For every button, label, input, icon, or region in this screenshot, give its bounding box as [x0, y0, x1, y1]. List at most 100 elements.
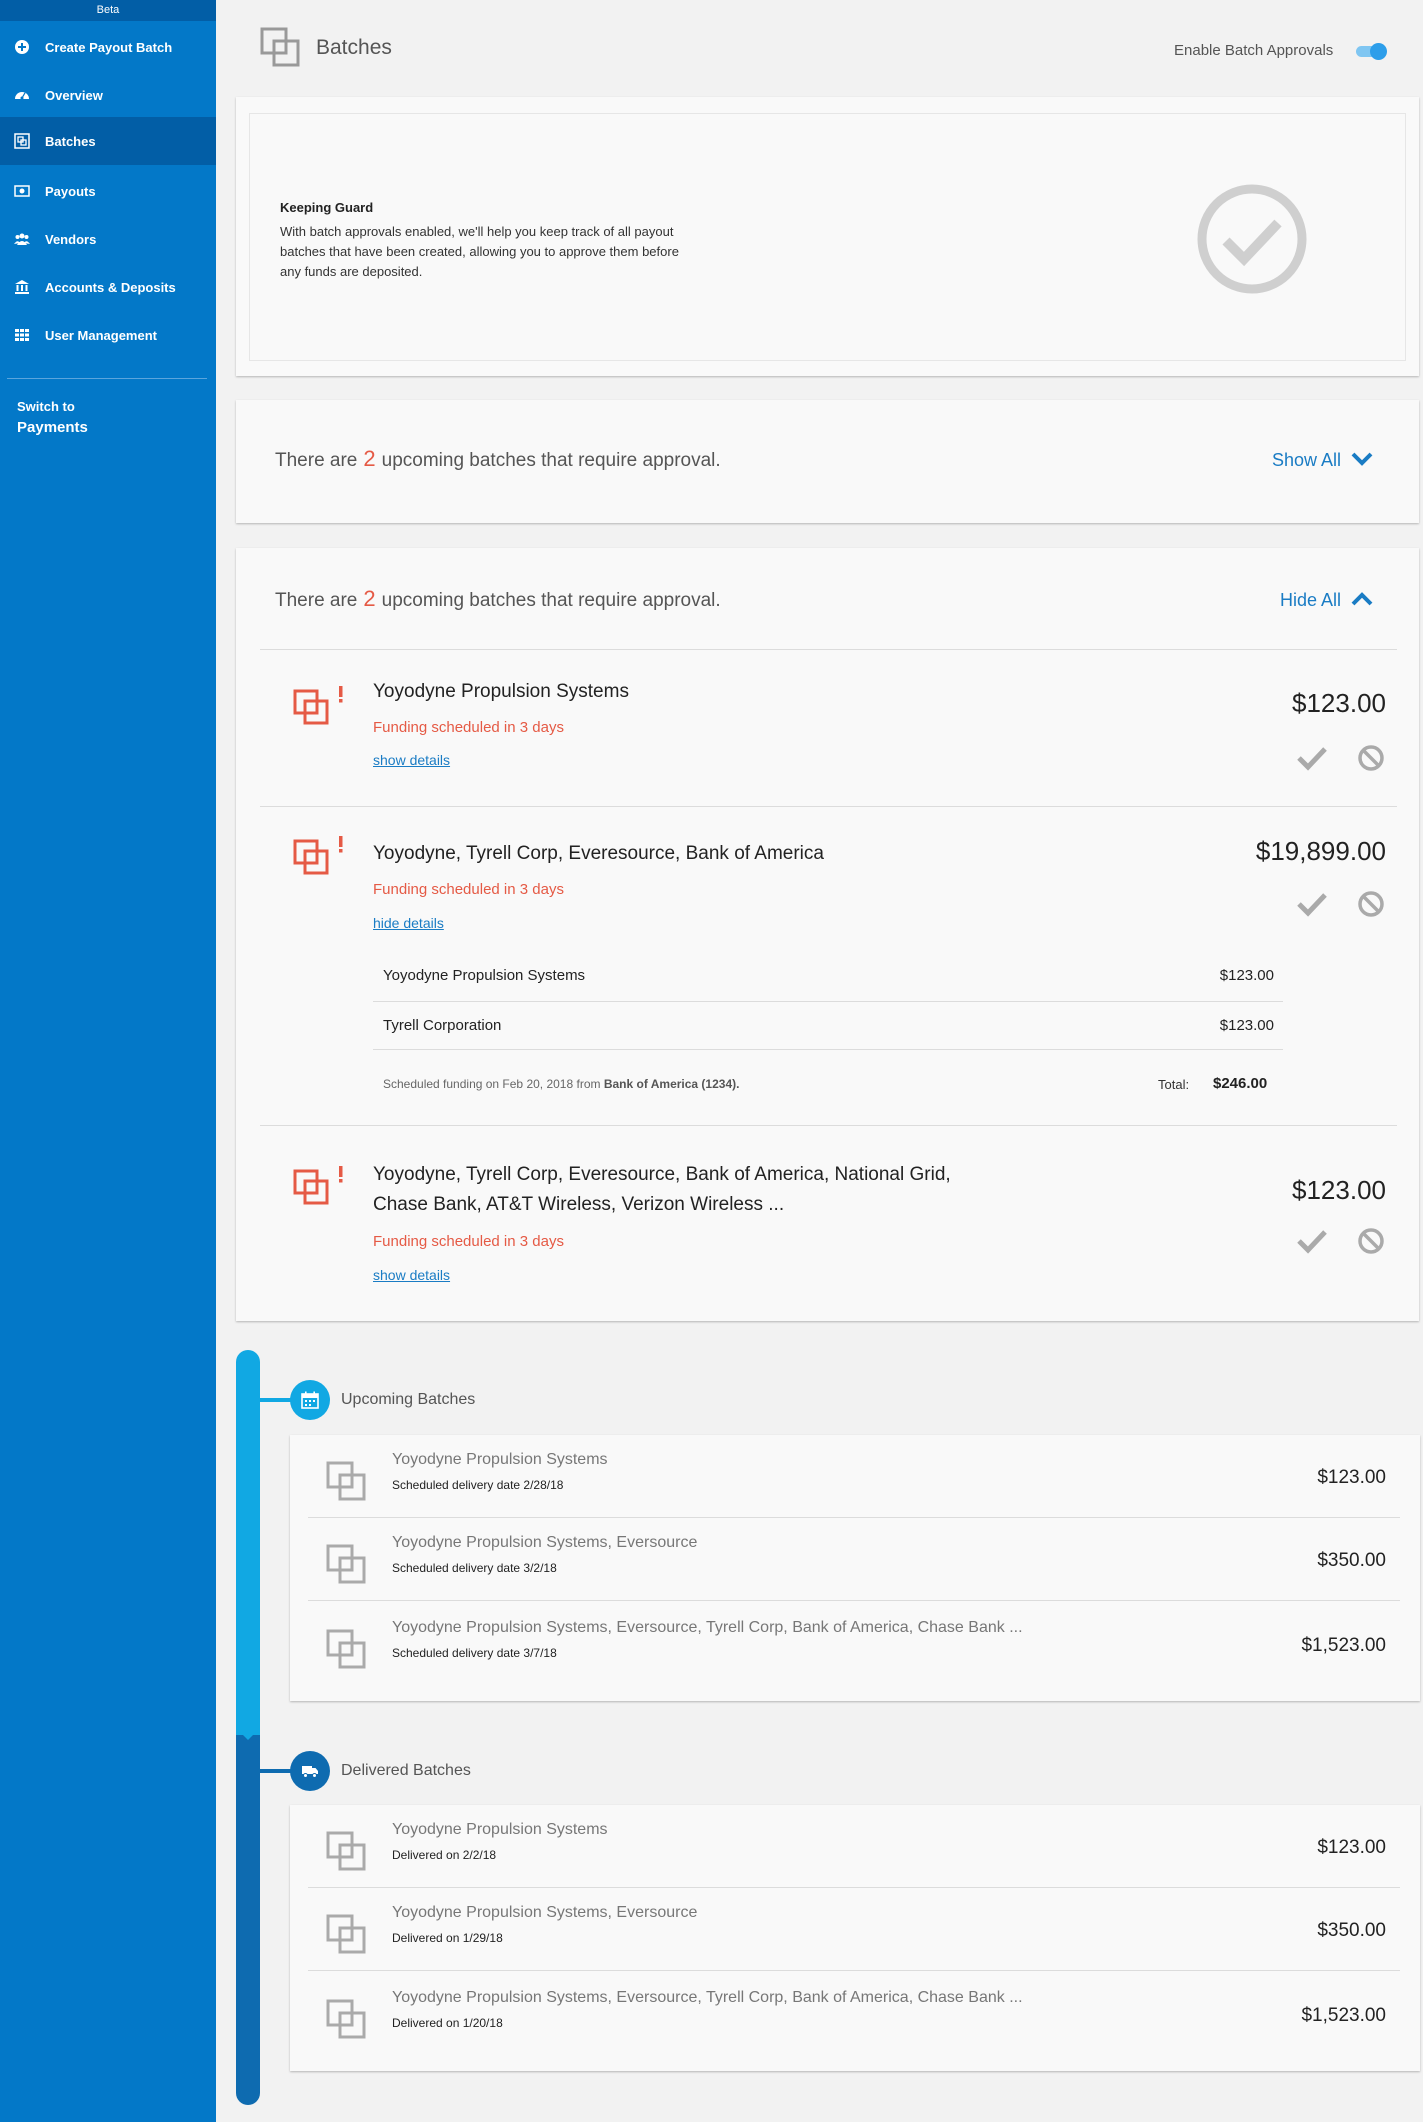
hide-details-link[interactable]: hide details	[373, 915, 444, 931]
enable-batch-approvals-toggle[interactable]	[1356, 43, 1387, 60]
total-amount: $246.00	[1213, 1075, 1268, 1092]
upcoming-batches-list: Yoyodyne Propulsion Systems Scheduled de…	[290, 1435, 1420, 1701]
list-item[interactable]: Yoyodyne Propulsion Systems, Eversource …	[290, 1888, 1420, 1971]
summary-prefix: There are	[275, 590, 358, 611]
sidebar-item-overview[interactable]: Overview	[0, 71, 216, 119]
delivered-batches-label: Delivered Batches	[341, 1762, 471, 1779]
batch-title: Yoyodyne Propulsion Systems	[373, 681, 629, 702]
keeping-guard-title: Keeping Guard	[280, 200, 374, 215]
batch-alert-icon	[293, 685, 345, 734]
row-vendors: Yoyodyne Propulsion Systems, Eversource,…	[392, 1989, 1023, 2006]
timeline-notch	[236, 1728, 260, 1740]
toggle-knob	[1370, 43, 1387, 60]
divider	[260, 806, 1397, 807]
note-text: Scheduled funding on Feb 20, 2018 from	[383, 1077, 601, 1091]
row-amount: $123.00	[1317, 1467, 1386, 1488]
detail-vendor-name: Tyrell Corporation	[383, 1017, 502, 1034]
row-vendors: Yoyodyne Propulsion Systems, Eversource	[392, 1904, 698, 1921]
row-date: Delivered on 1/29/18	[392, 1931, 503, 1945]
row-amount: $1,523.00	[1301, 2005, 1386, 2026]
approve-check-icon[interactable]	[1296, 1227, 1328, 1260]
show-details-link[interactable]: show details	[373, 752, 450, 768]
sidebar-item-label: Batches	[45, 133, 96, 149]
keeping-guard-text: With batch approvals enabled, we'll help…	[280, 224, 679, 279]
batches-icon	[260, 27, 302, 72]
reject-ban-icon[interactable]	[1357, 890, 1385, 923]
truck-icon	[290, 1751, 330, 1791]
detail-vendor-amount: $123.00	[1219, 1017, 1274, 1034]
batch-status: Funding scheduled in 3 days	[373, 881, 564, 898]
sidebar-item-label: Create Payout Batch	[45, 39, 173, 55]
bank-icon	[13, 278, 31, 296]
total-label: Total:	[1158, 1077, 1190, 1092]
sidebar-item-vendors[interactable]: Vendors	[0, 215, 216, 263]
batches-icon	[13, 132, 31, 150]
chevron-down-icon	[1351, 450, 1373, 471]
sidebar-item-label: Overview	[45, 87, 103, 103]
reject-ban-icon[interactable]	[1357, 744, 1385, 777]
divider	[260, 1125, 1397, 1126]
sidebar-item-label: Payouts	[45, 183, 96, 199]
detail-vendor-amount: $123.00	[1219, 967, 1274, 984]
row-vendors: Yoyodyne Propulsion Systems	[392, 1451, 608, 1468]
switch-to-payments-link[interactable]: Payments	[17, 419, 88, 436]
show-details-link[interactable]: show details	[373, 1267, 450, 1283]
list-item[interactable]: Yoyodyne Propulsion Systems Delivered on…	[290, 1805, 1420, 1888]
batches-icon	[326, 1544, 368, 1589]
hide-all-button[interactable]: Hide All	[1280, 590, 1373, 611]
list-item[interactable]: Yoyodyne Propulsion Systems, Eversource,…	[290, 1971, 1420, 2071]
sidebar-item-payouts[interactable]: Payouts	[0, 167, 216, 215]
hide-all-label: Hide All	[1280, 590, 1342, 610]
list-item[interactable]: Yoyodyne Propulsion Systems, Eversource …	[290, 1518, 1420, 1601]
money-icon	[13, 182, 31, 200]
detail-vendor-name: Yoyodyne Propulsion Systems	[383, 967, 586, 984]
delivered-batches-list: Yoyodyne Propulsion Systems Delivered on…	[290, 1805, 1420, 2071]
row-amount: $350.00	[1317, 1550, 1386, 1571]
scheduled-funding-note: Scheduled funding on Feb 20, 2018 from B…	[383, 1077, 739, 1091]
row-amount: $1,523.00	[1301, 1635, 1386, 1656]
check-circle-icon	[1196, 183, 1308, 300]
batch-title-line2: Chase Bank, AT&T Wireless, Verizon Wirel…	[373, 1194, 785, 1215]
divider	[373, 1001, 1283, 1002]
row-vendors: Yoyodyne Propulsion Systems, Eversource,…	[392, 1619, 1023, 1636]
page-header: Batches Enable Batch Approvals	[216, 0, 1423, 96]
chevron-up-icon	[1351, 590, 1373, 611]
dashboard-icon	[13, 86, 31, 104]
sidebar-item-label: User Management	[45, 327, 157, 343]
upcoming-batches-label: Upcoming Batches	[341, 1391, 476, 1408]
sidebar-item-label: Vendors	[45, 231, 97, 247]
batch-title-line1: Yoyodyne, Tyrell Corp, Everesource, Bank…	[373, 1164, 951, 1185]
pending-count: 2	[363, 586, 376, 611]
approve-check-icon[interactable]	[1296, 890, 1328, 923]
reject-ban-icon[interactable]	[1357, 1227, 1385, 1260]
beta-label: Beta	[0, 0, 216, 21]
enable-batch-approvals-label: Enable Batch Approvals	[1174, 42, 1334, 59]
batch-amount: $123.00	[1292, 688, 1386, 718]
timeline-upcoming-bar	[236, 1350, 260, 1740]
approve-check-icon[interactable]	[1296, 744, 1328, 777]
row-vendors: Yoyodyne Propulsion Systems	[392, 1821, 608, 1838]
sidebar-item-user-management[interactable]: User Management	[0, 311, 216, 359]
row-amount: $350.00	[1317, 1920, 1386, 1941]
sidebar-item-batches[interactable]: Batches	[0, 117, 216, 165]
show-all-button[interactable]: Show All	[1272, 450, 1373, 471]
grid-icon	[13, 326, 31, 344]
batch-alert-icon	[293, 835, 345, 884]
sidebar: Beta Create Payout Batch Overview Batche…	[0, 0, 216, 2122]
row-date: Scheduled delivery date 2/28/18	[392, 1478, 564, 1492]
row-amount: $123.00	[1317, 1837, 1386, 1858]
list-item[interactable]: Yoyodyne Propulsion Systems Scheduled de…	[290, 1435, 1420, 1518]
summary-suffix: upcoming batches that require approval.	[381, 590, 721, 611]
batch-amount: $19,899.00	[1255, 836, 1386, 866]
show-all-label: Show All	[1272, 450, 1342, 470]
plus-circle-icon	[13, 38, 31, 56]
switch-to-label: Switch to	[17, 399, 75, 414]
sidebar-item-label: Accounts & Deposits	[45, 279, 176, 295]
sidebar-item-create-payout-batch[interactable]: Create Payout Batch	[0, 23, 216, 71]
page-title: Batches	[316, 36, 392, 59]
divider	[373, 1049, 1283, 1050]
batch-amount: $123.00	[1292, 1175, 1386, 1205]
sidebar-item-accounts-deposits[interactable]: Accounts & Deposits	[0, 263, 216, 311]
batch-status: Funding scheduled in 3 days	[373, 719, 564, 736]
list-item[interactable]: Yoyodyne Propulsion Systems, Eversource,…	[290, 1601, 1420, 1701]
